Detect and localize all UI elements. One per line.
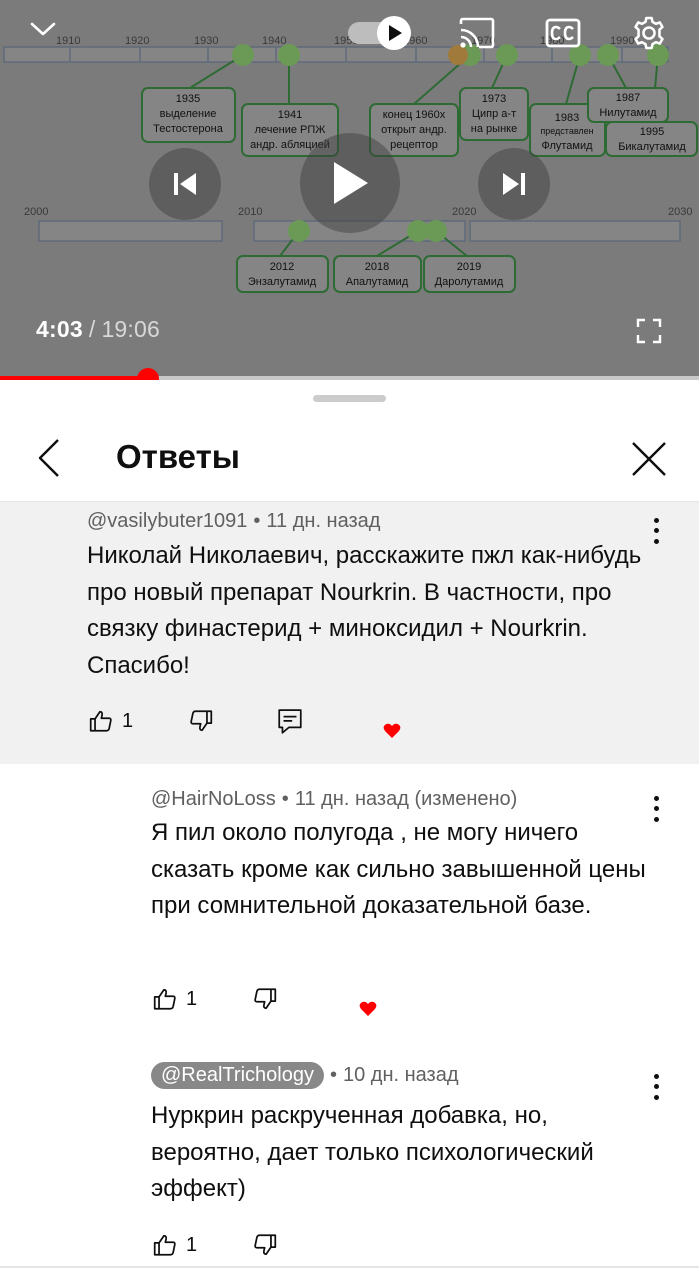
comment-author[interactable]: @vasilybuter1091 — [87, 510, 247, 532]
video-player[interactable]: 1910 1920 1930 1940 1950 1960 1970 1980 … — [0, 0, 699, 380]
creator-heart-icon — [359, 1001, 377, 1022]
replies-panel: Ответы @vasilybuter1091 • 11 дн. назад Ник… — [0, 380, 699, 1280]
comment-meta: @RealTrichology • 10 дн. назад — [151, 1062, 459, 1089]
event-text: Ципр а-т — [472, 108, 516, 120]
thumbs-down-icon — [254, 1234, 277, 1256]
event-text: Даролутамид — [435, 276, 504, 288]
more-options-icon[interactable] — [644, 794, 668, 824]
chevron-down-icon[interactable] — [26, 14, 60, 44]
event-text: открыт андр. — [381, 124, 447, 136]
event-text: представлен — [540, 126, 593, 136]
more-options-icon[interactable] — [644, 516, 668, 546]
event-text: Тестостерона — [153, 123, 224, 135]
tick-label: 2030 — [668, 206, 692, 218]
panel-header: Ответы — [0, 420, 699, 502]
comment-text: Я пил около полугода , не могу ничего ск… — [151, 819, 646, 919]
event-year: 1973 — [482, 93, 506, 105]
event-year: 2012 — [270, 261, 294, 273]
divider — [0, 1266, 699, 1268]
like-button[interactable]: 1 — [88, 708, 133, 734]
time-separator: / — [88, 316, 96, 342]
tick-label: 2020 — [452, 206, 476, 218]
comment-text: Нуркрин раскрученная добавка, но, вероят… — [151, 1102, 594, 1202]
chevron-left-icon[interactable] — [28, 436, 72, 480]
like-count: 1 — [122, 709, 134, 732]
comment-time: 11 дн. назад — [294, 788, 409, 810]
event-text: на рынке — [471, 123, 517, 135]
tick-label: 2010 — [238, 206, 262, 218]
dislike-button[interactable] — [252, 1232, 278, 1258]
panel-title: Ответы — [116, 438, 240, 475]
event-year: 1935 — [176, 93, 200, 105]
comment-text: Николай Николаевич, расскажите пжл как-н… — [87, 542, 642, 679]
event-text: Энзалутамид — [248, 276, 317, 288]
captions-icon[interactable] — [544, 14, 582, 52]
duration: 19:06 — [101, 316, 160, 342]
tick-label: 1930 — [194, 35, 218, 47]
event-year: 2018 — [365, 261, 389, 273]
cast-icon[interactable] — [456, 14, 498, 52]
gear-icon[interactable] — [628, 12, 670, 54]
parent-comment: @vasilybuter1091 • 11 дн. назад Николай Ни… — [0, 502, 699, 764]
event-year: 1941 — [278, 109, 302, 121]
thumbs-down-icon — [190, 710, 213, 732]
reply-comment: @RealTrichology • 10 дн. назад Нуркрин рас… — [0, 1042, 699, 1266]
close-icon[interactable] — [624, 434, 674, 484]
reply-icon — [278, 709, 302, 734]
reply-button[interactable] — [277, 708, 303, 736]
event-year: 1987 — [616, 92, 640, 104]
creator-heart-icon — [383, 723, 401, 744]
event-year: 1983 — [555, 112, 579, 124]
skip-previous-icon[interactable] — [149, 148, 221, 220]
thumbs-up-icon — [153, 1234, 176, 1256]
event-year: 1995 — [640, 126, 664, 138]
tick-label: 2000 — [24, 206, 48, 218]
time-display: 4:03/19:06 — [36, 316, 160, 343]
comment-author[interactable]: @HairNoLoss — [151, 788, 276, 810]
like-count: 1 — [186, 987, 198, 1010]
event-text: Бикалутамид — [618, 141, 686, 153]
play-icon[interactable] — [300, 133, 400, 233]
thumbs-up-icon — [153, 988, 176, 1010]
comment-time: 10 дн. назад — [342, 1064, 459, 1086]
comment-time: 11 дн. назад — [266, 510, 381, 532]
tick-label: 1940 — [262, 35, 286, 47]
event-text: Нилутамид — [599, 107, 657, 119]
like-count: 1 — [186, 1233, 198, 1256]
event-text: рецептор — [390, 139, 438, 151]
event-text: Апалутамид — [346, 276, 409, 288]
event-text: выделение — [160, 108, 217, 120]
dislike-button[interactable] — [188, 708, 214, 734]
comment-meta: @HairNoLoss • 11 дн. назад (изменено) — [151, 788, 518, 810]
current-time: 4:03 — [36, 316, 83, 342]
like-button[interactable]: 1 — [152, 986, 197, 1012]
comment-author-chip[interactable]: @RealTrichology — [151, 1062, 324, 1089]
dislike-button[interactable] — [252, 986, 278, 1012]
thumbs-up-icon — [89, 710, 112, 732]
reply-comment: @HairNoLoss • 11 дн. назад (изменено) Я пи… — [0, 764, 699, 1042]
edited-label: (изменено) — [414, 788, 518, 810]
event-year: 2019 — [457, 261, 481, 273]
drag-handle[interactable] — [313, 395, 386, 402]
event-text: Флутамид — [541, 140, 593, 152]
comment-meta: @vasilybuter1091 • 11 дн. назад — [87, 510, 381, 532]
tick-label: 1920 — [125, 35, 149, 47]
like-button[interactable]: 1 — [152, 1232, 197, 1258]
thumbs-down-icon — [254, 988, 277, 1010]
autoplay-toggle-icon[interactable] — [346, 14, 414, 52]
skip-next-icon[interactable] — [478, 148, 550, 220]
fullscreen-icon[interactable] — [634, 316, 664, 346]
event-year: конец 1960х — [383, 109, 446, 121]
event-text: лечение РПЖ — [255, 124, 326, 136]
